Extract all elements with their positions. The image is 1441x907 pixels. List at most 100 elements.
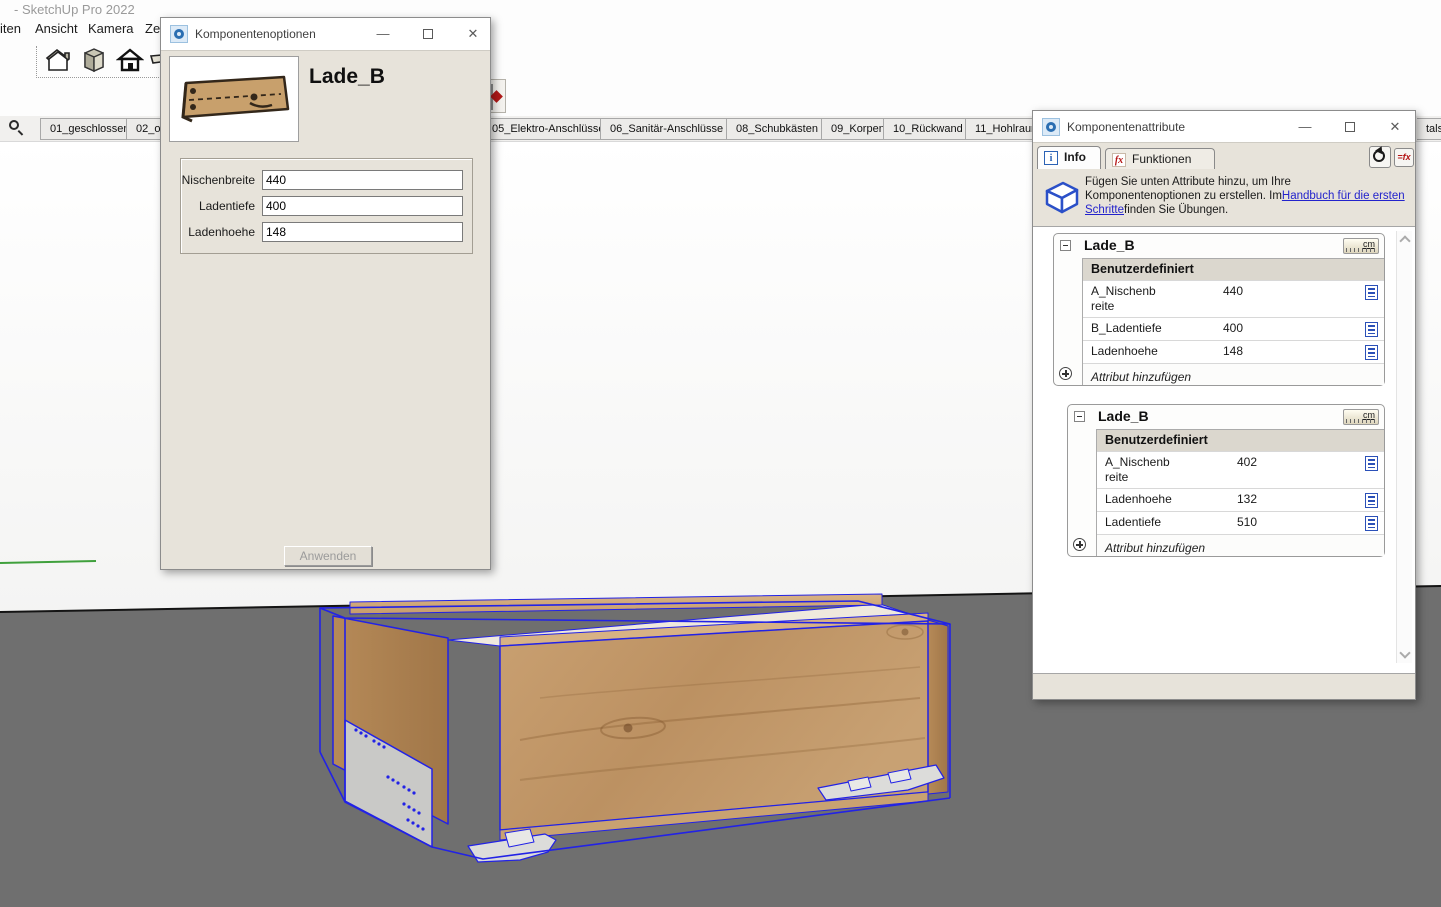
handle: [18, 130, 24, 136]
sketchup-icon: [170, 25, 188, 43]
dialog-titlebar[interactable]: Komponentenattribute — ✕: [1033, 111, 1415, 143]
attribute-table-1: Lade_B cm Benutzerdefiniert A_Nischenb r…: [1053, 233, 1385, 386]
scroll-down-icon[interactable]: [1399, 647, 1410, 658]
attribute-table-2: Lade_B cm Benutzerdefiniert A_Nischenb r…: [1067, 404, 1385, 557]
section-header: Benutzerdefiniert: [1097, 430, 1384, 451]
fx-icon: fx: [1112, 153, 1126, 167]
attribute-name: B_Ladentiefe: [1091, 321, 1223, 336]
add-attribute-label: Attribut hinzufügen: [1091, 370, 1191, 384]
dialog-title: Komponentenoptionen: [195, 27, 316, 41]
banner-text: Fügen Sie unten Attribute hinzu, um Ihre…: [1085, 175, 1405, 217]
scene-tab-05[interactable]: 05_Elektro-Anschlüsse: [482, 118, 615, 140]
component-header: Lade_B: [161, 50, 490, 146]
toolbar-handle: [36, 46, 37, 76]
attribute-value[interactable]: 148: [1223, 344, 1365, 359]
attribute-value[interactable]: 402: [1237, 455, 1365, 470]
refresh-icon: [1373, 150, 1385, 162]
lens: [9, 120, 19, 130]
sketchup-icon: [1042, 118, 1060, 136]
field-label-ladenhoehe: Ladenhoehe: [181, 225, 255, 239]
tab-info[interactable]: i Info: [1037, 146, 1101, 170]
add-attribute-row[interactable]: Attribut hinzufügen: [1083, 363, 1384, 385]
close-button[interactable]: ✕: [456, 18, 490, 50]
apply-button[interactable]: Anwenden: [284, 546, 372, 566]
dialog-titlebar[interactable]: Komponentenoptionen — ✕: [161, 18, 490, 50]
ladentiefe-input[interactable]: [262, 196, 463, 216]
component-attributes-dialog: Komponentenattribute — ✕ i Info fx Funkt…: [1032, 110, 1416, 700]
units-button[interactable]: cm: [1343, 409, 1379, 425]
dialog-title: Komponentenattribute: [1067, 120, 1185, 134]
dialog-footer: [1033, 673, 1415, 699]
add-attribute-row[interactable]: Attribut hinzufügen: [1097, 534, 1384, 556]
field-label-ladentiefe: Ladentiefe: [181, 199, 255, 213]
scene-tab-01[interactable]: 01_geschlossen: [40, 118, 140, 140]
attribute-value[interactable]: 440: [1223, 284, 1365, 299]
attribute-details-icon[interactable]: [1365, 285, 1378, 300]
section-header: Benutzerdefiniert: [1083, 259, 1384, 280]
component-box-icon[interactable]: [80, 46, 108, 74]
attribute-details-icon[interactable]: [1365, 456, 1378, 471]
minimize-button[interactable]: —: [366, 18, 400, 50]
scene-tab-fragment[interactable]: talsch: [1417, 118, 1441, 140]
menu-item-ansicht[interactable]: Ansicht: [35, 21, 78, 36]
banner-text-2: finden Sie Übungen.: [1124, 204, 1228, 216]
scene-tab-06[interactable]: 06_Sanitär-Anschlüsse: [600, 118, 733, 140]
toggle-formulas-button[interactable]: =fx: [1394, 148, 1414, 167]
maximize-button[interactable]: [1333, 111, 1367, 143]
attribute-name: Ladentiefe: [1105, 515, 1237, 530]
info-banner: Fügen Sie unten Attribute hinzu, um Ihre…: [1033, 169, 1415, 226]
add-attribute-label: Attribut hinzufügen: [1105, 541, 1205, 555]
menu-item-kamera[interactable]: Kamera: [88, 21, 134, 36]
collapse-icon[interactable]: [1074, 411, 1085, 422]
add-attribute-icon[interactable]: [1073, 538, 1086, 551]
window-title: - SketchUp Pro 2022: [14, 2, 135, 17]
banner-text-1: Fügen Sie unten Attribute hinzu, um Ihre…: [1085, 176, 1291, 202]
units-button[interactable]: cm: [1343, 238, 1379, 254]
scene-tab-08[interactable]: 08_Schubkästen: [726, 118, 828, 140]
attribute-value[interactable]: 510: [1237, 515, 1365, 530]
attribute-name: Ladenhoehe: [1091, 344, 1223, 359]
add-attribute-icon[interactable]: [1059, 367, 1072, 380]
tab-funktionen-label: Funktionen: [1132, 152, 1191, 166]
attribute-details-icon[interactable]: [1365, 322, 1378, 337]
attribute-value[interactable]: 400: [1223, 321, 1365, 336]
attribute-value[interactable]: 132: [1237, 492, 1365, 507]
attribute-name: A_Nischenb reite: [1091, 284, 1223, 314]
info-icon: i: [1044, 151, 1058, 165]
attribute-row[interactable]: A_Nischenb reite 440: [1083, 280, 1384, 317]
field-label-nischenbreite: Nischenbreite: [181, 173, 255, 187]
scrollbar[interactable]: [1396, 231, 1412, 663]
table-component-name: Lade_B: [1098, 408, 1149, 424]
ruler-icon: [1346, 419, 1376, 423]
options-form: Nischenbreite Ladentiefe Ladenhoehe: [180, 158, 473, 254]
attribute-row[interactable]: B_Ladentiefe 400: [1083, 317, 1384, 340]
tab-info-label: Info: [1064, 150, 1086, 164]
attribute-name: A_Nischenb reite: [1105, 455, 1237, 485]
table-component-name: Lade_B: [1084, 237, 1135, 253]
minimize-button[interactable]: —: [1288, 111, 1322, 143]
search-icon[interactable]: [9, 120, 25, 136]
attribute-name: Ladenhoehe: [1105, 492, 1237, 507]
tab-strip: i Info fx Funktionen =fx: [1033, 142, 1415, 169]
close-button[interactable]: ✕: [1378, 111, 1412, 143]
sketchy-house-icon[interactable]: [44, 46, 72, 74]
refresh-button[interactable]: [1369, 146, 1391, 168]
component-name: Lade_B: [309, 65, 385, 89]
attribute-details-icon[interactable]: [1365, 493, 1378, 508]
maximize-button[interactable]: [411, 18, 445, 50]
attribute-details-icon[interactable]: [1365, 345, 1378, 360]
attribute-details-icon[interactable]: [1365, 516, 1378, 531]
home-icon[interactable]: [116, 46, 144, 74]
nischenbreite-input[interactable]: [262, 170, 463, 190]
menu-item-fragment[interactable]: iten: [0, 21, 21, 36]
scene-tab-10[interactable]: 10_Rückwand: [883, 118, 973, 140]
attribute-row[interactable]: Ladenhoehe 132: [1097, 488, 1384, 511]
attribute-row[interactable]: A_Nischenb reite 402: [1097, 451, 1384, 488]
ladenhoehe-input[interactable]: [262, 222, 463, 242]
attribute-row[interactable]: Ladentiefe 510: [1097, 511, 1384, 534]
tab-funktionen[interactable]: fx Funktionen: [1105, 148, 1215, 170]
component-cube-icon: [1040, 176, 1082, 223]
attribute-row[interactable]: Ladenhoehe 148: [1083, 340, 1384, 363]
collapse-icon[interactable]: [1060, 240, 1071, 251]
scroll-up-icon[interactable]: [1399, 235, 1410, 246]
